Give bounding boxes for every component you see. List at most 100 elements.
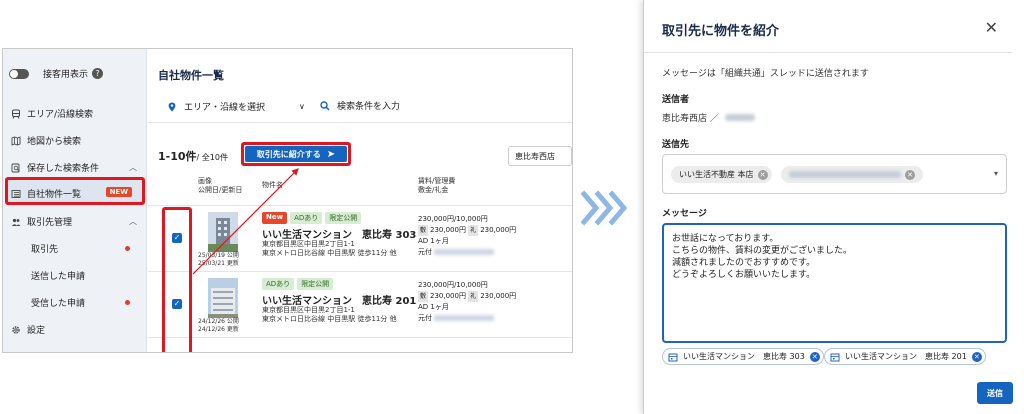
sidebar: 接客用表示 ? エリア/沿線検索 地図から検索 保存した検索条件 ︿ 自社物件一…	[3, 49, 147, 352]
page-title: 自社物件一覧	[158, 69, 224, 82]
property-chip[interactable]: いい生活マンション 恵比寿 201 ✕	[824, 348, 986, 365]
remove-icon[interactable]: ✕	[905, 169, 915, 180]
dropdown-caret-icon[interactable]: ▾	[994, 169, 998, 178]
sidebar-item-partner-management[interactable]: 取引先管理 ︿	[11, 215, 141, 228]
row-tags: New ADあり 限定公開	[262, 212, 362, 224]
deposit-label: 敷	[418, 225, 429, 236]
tag-ad: ADあり	[262, 278, 295, 290]
update-date: 25/03/21 更新	[198, 260, 239, 267]
store-select-value: 恵比寿西店	[515, 152, 555, 161]
sidebar-item-label: エリア/沿線検索	[27, 110, 94, 120]
update-date: 24/12/26 更新	[198, 326, 239, 333]
next-step-chevrons-icon	[580, 190, 628, 226]
property-chip-label: いい生活マンション 恵比寿 303	[683, 352, 805, 361]
station-line: 東京メトロ日比谷線 中目黒駅 徒歩11分 他	[262, 315, 397, 323]
property-price: 230,000円/10,000円 敷 230,000円 礼 230,000円 AD …	[418, 214, 516, 258]
property-photo	[208, 278, 238, 318]
notification-dot	[125, 246, 130, 251]
sidebar-sub-received-requests[interactable]: 受信した申請	[31, 296, 85, 309]
table-row[interactable]: ✓ 24/12/26 公開 24/12/26 更新 ADあり 限定公開 いい生活…	[148, 271, 572, 337]
search-placeholder: 検索条件を入力	[337, 102, 401, 112]
tag-new: New	[262, 212, 288, 224]
table-header: 画像 公開日/更新日 物件名 賃料/管理費 敷金/礼金	[148, 172, 572, 204]
area-select-label: エリア・沿線を選択	[184, 103, 266, 113]
intro-button-highlight: 取引先に紹介する ➤	[241, 142, 351, 166]
sidebar-sub-sent-requests[interactable]: 送信した申請	[31, 269, 85, 282]
modal-note: メッセージは「組織共通」スレッドに送信されます	[662, 69, 869, 79]
introduce-to-partner-button[interactable]: 取引先に紹介する ➤	[245, 146, 347, 162]
key-money-label: 礼	[468, 291, 479, 302]
notification-dot	[125, 300, 130, 305]
help-icon[interactable]: ?	[92, 68, 104, 79]
key-money-value: 230,000円	[480, 226, 517, 234]
send-button[interactable]: 送信	[977, 382, 1013, 404]
deposit-value: 230,000円	[430, 292, 466, 300]
header-property: 物件名	[262, 181, 283, 189]
recipient-label: 送信先	[662, 140, 690, 150]
toggle-label: 接客用表示	[43, 70, 89, 80]
property-name[interactable]: いい生活マンション 恵比寿 201	[262, 292, 416, 307]
redacted-text	[789, 171, 901, 178]
property-chip[interactable]: いい生活マンション 恵比寿 303 ✕	[662, 348, 824, 365]
saved-search-icon	[11, 163, 20, 172]
rent-value: 230,000円/10,000円	[418, 281, 488, 289]
tag-limited: 限定公開	[325, 212, 362, 224]
row-dates: 24/12/26 公開 24/12/26 更新	[198, 318, 239, 334]
customer-view-toggle[interactable]	[9, 68, 29, 79]
remove-icon[interactable]: ✕	[971, 351, 982, 362]
source-label: 元付	[418, 314, 432, 322]
message-textarea[interactable]: お世話になっております。 こちらの物件、賃料の変更がございました。 減額されまし…	[662, 223, 1007, 343]
source-label: 元付	[418, 248, 432, 256]
property-name[interactable]: いい生活マンション 恵比寿 303	[262, 226, 416, 241]
key-money-label: 礼	[468, 225, 479, 236]
new-badge: NEW	[105, 187, 132, 197]
table-row[interactable]: ✓ 25/03/19 公開 25/03/21 更新 New ADあり 限定公開 …	[148, 205, 572, 271]
redacted-text	[434, 315, 495, 321]
address-line: 東京都目黒区中目黒2丁目1-1	[262, 306, 355, 314]
count-sub: / 全10件	[196, 153, 228, 162]
station-line: 東京メトロ日比谷線 中目黒駅 徒歩11分 他	[262, 249, 397, 257]
property-price: 230,000円/10,000円 敷 230,000円 礼 230,000円 AD …	[418, 280, 516, 324]
recipient-select[interactable]: いい生活不動産 本店 ✕ ✕ ▾	[662, 154, 1007, 194]
sidebar-item-label: 自社物件一覧	[27, 190, 82, 200]
deposit-label: 敷	[418, 291, 429, 302]
sidebar-sub-label: 取引先	[31, 245, 59, 255]
sidebar-item-label: 取引先管理	[27, 218, 73, 228]
sidebar-sub-label: 送信した申請	[31, 272, 86, 282]
sidebar-item-label: 地図から検索	[27, 137, 82, 147]
table-row	[148, 337, 572, 352]
store-select[interactable]: 恵比寿西店	[508, 146, 572, 166]
gear-icon	[12, 325, 20, 334]
sidebar-item-saved-search[interactable]: 保存した検索条件 ︿	[11, 161, 141, 174]
property-address: 東京都目黒区中目黒2丁目1-1 東京メトロ日比谷線 中目黒駅 徒歩11分 他	[262, 240, 397, 258]
header-deposit: 敷金/礼金	[418, 186, 449, 194]
intro-button-label: 取引先に紹介する	[256, 149, 321, 159]
sidebar-item-map-search[interactable]: 地図から検索	[11, 134, 141, 147]
recipient-chip-redacted[interactable]: ✕	[781, 166, 923, 183]
map-icon	[11, 135, 21, 146]
sender-label: 送信者	[662, 95, 690, 105]
redacted-text	[434, 249, 495, 255]
recipient-chip-label: いい生活不動産 本店	[679, 170, 754, 179]
remove-icon[interactable]: ✕	[809, 351, 820, 362]
count-main: 1-10件	[158, 150, 197, 163]
sidebar-sub-label: 受信した申請	[31, 299, 86, 309]
sidebar-sub-partners[interactable]: 取引先	[31, 242, 58, 255]
chevron-up-icon: ︿	[129, 217, 137, 226]
area-select[interactable]: エリア・沿線を選択 ∨	[168, 100, 305, 113]
modal-divider	[644, 52, 1012, 53]
result-count: 1-10件/ 全10件	[158, 148, 228, 164]
remove-icon[interactable]: ✕	[757, 169, 768, 180]
sidebar-item-area-search[interactable]: エリア/沿線検索	[11, 107, 141, 120]
sender-text: 恵比寿西店 ／	[662, 114, 719, 124]
list-icon	[11, 189, 21, 198]
people-icon	[11, 218, 21, 226]
row-tags: ADあり 限定公開	[262, 278, 334, 290]
recipient-chip[interactable]: いい生活不動産 本店 ✕	[671, 166, 772, 183]
sidebar-item-settings[interactable]: 設定	[11, 323, 141, 336]
close-icon[interactable]: ✕	[985, 18, 998, 37]
tag-limited: 限定公開	[297, 278, 334, 290]
search-input[interactable]: 検索条件を入力	[320, 99, 400, 112]
property-list-screenshot: 接客用表示 ? エリア/沿線検索 地図から検索 保存した検索条件 ︿ 自社物件一…	[2, 48, 573, 353]
key-money-value: 230,000円	[480, 292, 517, 300]
